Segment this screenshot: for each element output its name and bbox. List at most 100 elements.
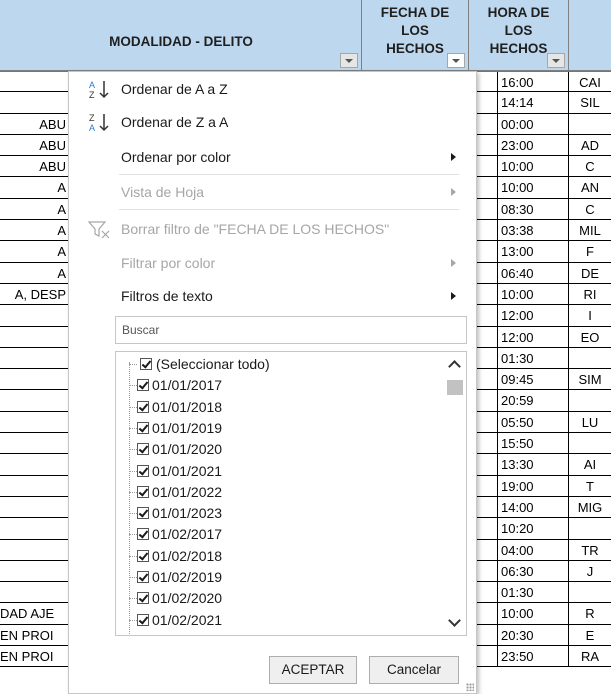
cell-next[interactable]: J — [569, 561, 611, 581]
checkbox-checked-icon[interactable] — [137, 421, 149, 434]
cell-hora[interactable]: 08:30 — [497, 198, 569, 220]
cell-hora[interactable]: 10:00 — [497, 283, 569, 305]
cell-next[interactable] — [569, 518, 611, 538]
cell-hora[interactable]: 16:00 — [497, 72, 569, 92]
checkbox-checked-icon[interactable] — [137, 549, 149, 562]
menu-sort-az[interactable]: A Z Ordenar de A a Z — [69, 74, 476, 104]
cell-modalidad[interactable]: EN PROI — [0, 625, 68, 645]
cell-next[interactable] — [569, 582, 611, 602]
cell-next[interactable] — [569, 433, 611, 453]
cell-modalidad[interactable]: ABU — [0, 114, 68, 134]
filter-dropdown-fecha[interactable] — [447, 53, 465, 68]
cell-hora[interactable]: 01:30 — [497, 582, 569, 603]
cell-hora[interactable]: 10:20 — [497, 518, 569, 539]
cell-next[interactable]: C — [569, 199, 611, 219]
cell-next[interactable] — [569, 390, 611, 410]
cell-hora[interactable]: 14:00 — [497, 496, 569, 518]
cell-next[interactable]: TR — [569, 540, 611, 560]
cell-next[interactable]: SIL — [569, 92, 611, 112]
menu-text-filters[interactable]: Filtros de texto — [69, 281, 476, 311]
cell-next[interactable]: F — [569, 241, 611, 261]
cell-modalidad[interactable] — [0, 390, 68, 410]
cell-hora[interactable]: 10:00 — [497, 603, 569, 624]
cancel-button[interactable]: Cancelar — [369, 656, 459, 684]
cell-modalidad[interactable]: A — [0, 199, 68, 219]
cell-modalidad[interactable]: A — [0, 177, 68, 197]
checkbox-checked-icon[interactable] — [137, 400, 149, 413]
checkbox-checked-icon[interactable] — [140, 358, 152, 370]
header-modalidad[interactable]: MODALIDAD - DELITO — [0, 0, 362, 71]
cell-next[interactable]: E — [569, 625, 611, 645]
checkbox-checked-icon[interactable] — [137, 379, 149, 392]
cell-hora[interactable]: 09:45 — [497, 369, 569, 390]
cell-next[interactable] — [569, 348, 611, 368]
cell-hora[interactable]: 10:00 — [497, 177, 569, 198]
scroll-up-icon[interactable] — [448, 360, 461, 373]
cell-next[interactable]: LU — [569, 412, 611, 432]
cell-modalidad[interactable] — [0, 433, 68, 453]
cell-next[interactable]: MIG — [569, 497, 611, 517]
checkbox-checked-icon[interactable] — [137, 571, 149, 583]
checkbox-checked-icon[interactable] — [137, 464, 149, 477]
checkbox-checked-icon[interactable] — [137, 613, 149, 626]
cell-modalidad[interactable]: A, DESP — [0, 284, 68, 304]
cell-hora[interactable]: 20:59 — [497, 390, 569, 411]
menu-sort-by-color[interactable]: Ordenar por color — [69, 142, 476, 172]
cell-hora[interactable]: 23:50 — [497, 646, 569, 667]
header-hora[interactable]: HORA DE LOS HECHOS — [469, 0, 569, 71]
cell-modalidad[interactable] — [0, 561, 68, 581]
cell-hora[interactable]: 12:00 — [497, 305, 569, 326]
cell-next[interactable]: R — [569, 603, 611, 623]
header-fecha[interactable]: FECHA DE LOS HECHOS — [362, 0, 469, 71]
menu-sort-za[interactable]: Z A Ordenar de Z a A — [69, 107, 476, 137]
cell-next[interactable]: EO — [569, 327, 611, 347]
cell-modalidad[interactable] — [0, 72, 68, 91]
checkbox-checked-icon[interactable] — [137, 528, 149, 541]
cell-next[interactable]: MIL — [569, 220, 611, 240]
cell-modalidad[interactable]: EN PROI — [0, 646, 68, 666]
cell-modalidad[interactable]: A — [0, 241, 68, 261]
cell-modalidad[interactable] — [0, 92, 68, 112]
cell-next[interactable]: RI — [569, 284, 611, 304]
cell-hora[interactable]: 01:30 — [497, 347, 569, 369]
scroll-down-icon[interactable] — [448, 614, 461, 627]
cell-hora[interactable]: 03:38 — [497, 220, 569, 241]
checkbox-checked-icon[interactable] — [137, 443, 149, 456]
cell-modalidad[interactable] — [0, 476, 68, 496]
filter-dropdown-modalidad[interactable] — [340, 53, 358, 68]
cell-hora[interactable]: 15:50 — [497, 433, 569, 454]
ok-button[interactable]: ACEPTAR — [269, 656, 357, 684]
cell-next[interactable]: I — [569, 305, 611, 325]
cell-hora[interactable]: 05:50 — [497, 411, 569, 433]
cell-hora[interactable]: 00:00 — [497, 113, 569, 134]
cell-modalidad[interactable]: A — [0, 220, 68, 240]
cell-next[interactable]: CAI — [569, 72, 611, 91]
cell-next[interactable]: DE — [569, 263, 611, 283]
cell-hora[interactable]: 23:00 — [497, 134, 569, 156]
cell-hora[interactable]: 13:00 — [497, 241, 569, 262]
cell-next[interactable]: SIM — [569, 369, 611, 389]
cell-modalidad[interactable]: DAD AJE — [0, 603, 68, 623]
cell-next[interactable]: AD — [569, 135, 611, 155]
list-scrollbar[interactable] — [444, 352, 466, 635]
cell-modalidad[interactable]: ABU — [0, 135, 68, 155]
cell-hora[interactable]: 06:30 — [497, 560, 569, 582]
checkbox-checked-icon[interactable] — [137, 592, 149, 605]
checkbox-checked-icon[interactable] — [137, 485, 149, 498]
scrollbar-thumb[interactable] — [447, 380, 463, 395]
cell-hora[interactable]: 10:00 — [497, 156, 569, 177]
cell-next[interactable]: C — [569, 156, 611, 176]
cell-next[interactable]: AN — [569, 177, 611, 197]
cell-modalidad[interactable]: ABU — [0, 156, 68, 176]
cell-next[interactable]: AI — [569, 454, 611, 474]
cell-hora[interactable]: 13:30 — [497, 454, 569, 475]
cell-next[interactable]: T — [569, 476, 611, 496]
cell-hora[interactable]: 12:00 — [497, 326, 569, 347]
cell-modalidad[interactable]: A — [0, 263, 68, 283]
cell-next[interactable]: RA — [569, 646, 611, 666]
search-input[interactable]: Buscar — [115, 316, 467, 344]
filter-dropdown-hora[interactable] — [547, 53, 565, 68]
cell-hora[interactable]: 19:00 — [497, 475, 569, 496]
cell-hora[interactable]: 06:40 — [497, 262, 569, 283]
cell-modalidad[interactable] — [0, 497, 68, 517]
